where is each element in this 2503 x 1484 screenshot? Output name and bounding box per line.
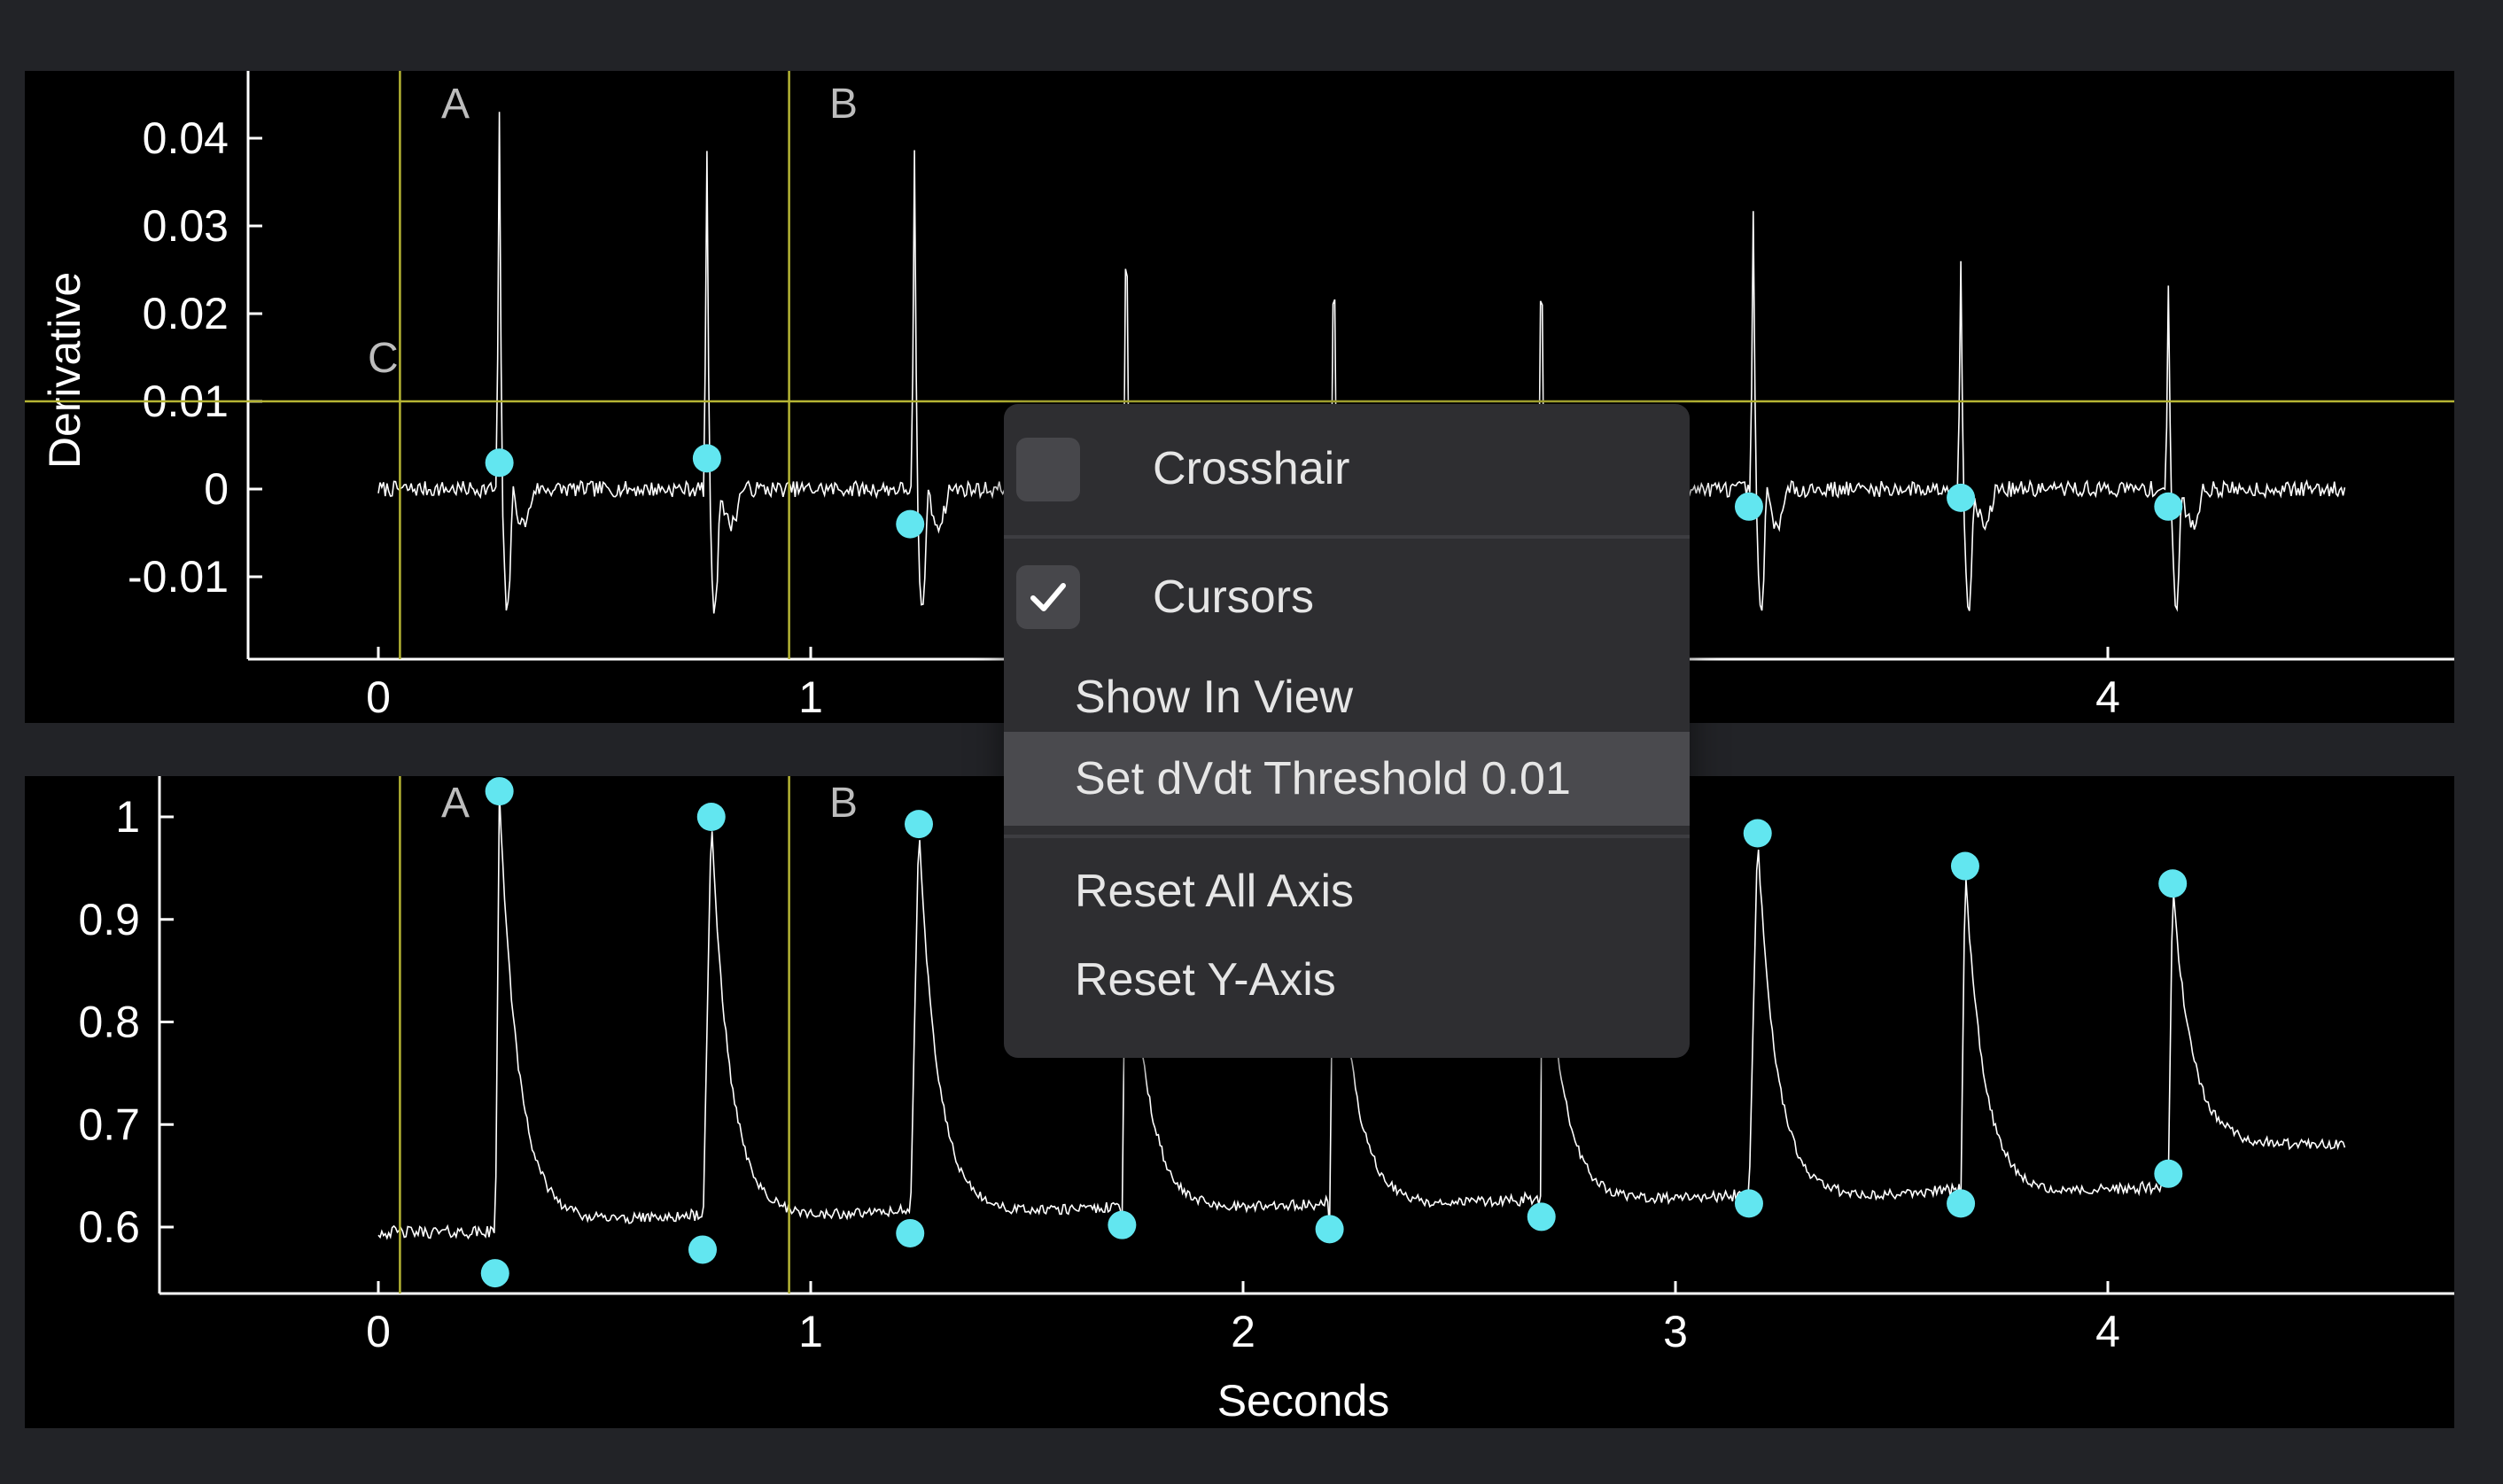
trough-marker: [480, 1259, 509, 1288]
menu-item-label: Reset All Axis: [1075, 866, 1355, 917]
y-tick-label: 0: [204, 464, 229, 514]
y-tick-label: 0.02: [143, 289, 229, 338]
peak-marker: [2158, 869, 2188, 898]
menu-item-label: Crosshair: [1153, 443, 1350, 494]
trough-marker: [1734, 1189, 1763, 1218]
checkmark-icon: [1030, 583, 1066, 611]
x-tick-label: 4: [2095, 672, 2120, 722]
y-tick-label: 0.7: [78, 1099, 140, 1149]
cursor-b-label[interactable]: B: [829, 81, 858, 128]
peak-marker: [485, 777, 514, 806]
x-tick-label: 4: [2095, 1307, 2120, 1356]
peak-marker: [696, 803, 726, 831]
y-axis-label: Derivative: [40, 272, 89, 469]
menu-item-label: Show In View: [1075, 672, 1354, 723]
x-tick-label: 0: [366, 1307, 391, 1356]
y-tick-label: -0.01: [128, 552, 229, 602]
threshold-marker: [692, 444, 721, 473]
trough-marker: [1315, 1215, 1344, 1244]
menu-item-label: Cursors: [1153, 571, 1315, 623]
menu-item-label: Set dVdt Threshold 0.01: [1075, 753, 1571, 804]
trough-marker: [688, 1235, 717, 1264]
trough-marker: [1108, 1210, 1137, 1239]
x-tick-label: 1: [798, 1307, 823, 1356]
peak-marker: [1743, 819, 1772, 848]
y-tick-label: 0.6: [78, 1202, 140, 1252]
menu-item-reset-all-axis[interactable]: Reset All Axis: [1004, 847, 1690, 936]
cursors-checkbox[interactable]: [1016, 565, 1080, 629]
context-menu: Crosshair Cursors Show In View Set dVdt …: [1004, 404, 1690, 1058]
cursor-b-label[interactable]: B: [829, 780, 858, 827]
x-tick-label: 3: [1663, 1307, 1688, 1356]
menu-item-cursors[interactable]: Cursors: [1004, 539, 1690, 656]
trough-marker: [1947, 1189, 1976, 1218]
menu-item-set-dvdt-threshold[interactable]: Set dVdt Threshold 0.01: [1004, 732, 1690, 826]
menu-separator: [1004, 835, 1690, 838]
x-tick-label: 0: [366, 672, 391, 722]
threshold-marker: [1947, 483, 1976, 512]
peak-marker: [905, 810, 933, 839]
peak-marker: [1950, 851, 1979, 881]
y-tick-label: 0.03: [143, 201, 229, 251]
menu-item-reset-y-axis[interactable]: Reset Y-Axis: [1004, 936, 1690, 1024]
menu-item-show-in-view[interactable]: Show In View: [1004, 656, 1690, 739]
trough-marker: [2154, 1159, 2183, 1188]
y-tick-label: 1: [115, 792, 140, 842]
y-tick-label: 0.04: [143, 113, 229, 163]
cursor-c-label[interactable]: C: [368, 335, 399, 382]
menu-item-crosshair[interactable]: Crosshair: [1004, 404, 1690, 533]
threshold-marker: [1734, 492, 1763, 521]
y-tick-label: 0.9: [78, 895, 140, 944]
threshold-marker: [485, 448, 514, 478]
menu-item-label: Reset Y-Axis: [1075, 954, 1336, 1006]
x-axis-label: Seconds: [1217, 1376, 1390, 1426]
threshold-marker: [896, 509, 925, 539]
y-tick-label: 0.8: [78, 998, 140, 1047]
cursor-a-label[interactable]: A: [441, 81, 470, 128]
trough-marker: [896, 1218, 925, 1247]
crosshair-checkbox[interactable]: [1016, 438, 1080, 501]
app-window: Derivative 0 1 4 0.04 0.03 0.02 0.01 0 -0.01 A B…: [0, 0, 2503, 1484]
cursor-a-label[interactable]: A: [441, 780, 470, 827]
x-tick-label: 2: [1231, 1307, 1255, 1356]
x-tick-label: 1: [798, 672, 823, 722]
threshold-marker: [2154, 492, 2183, 521]
trough-marker: [1527, 1202, 1556, 1231]
